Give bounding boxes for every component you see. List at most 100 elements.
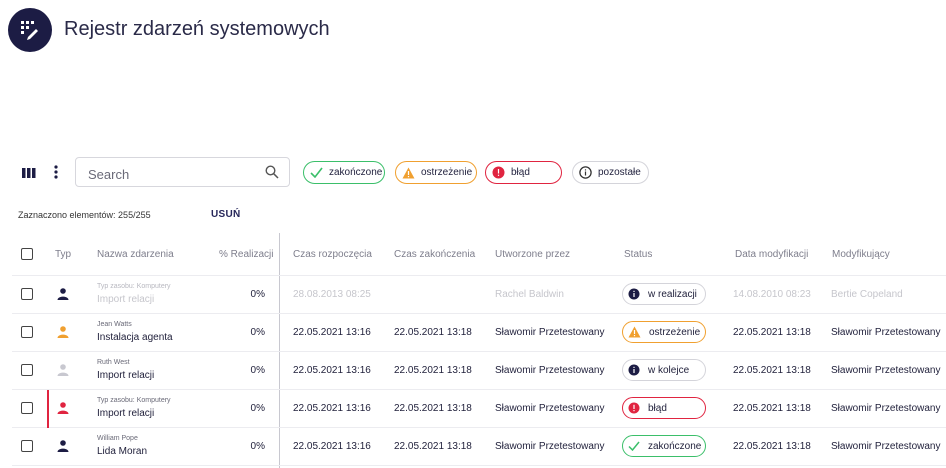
created-by: Sławomir Przetestowany xyxy=(495,365,605,376)
row-divider xyxy=(12,427,946,428)
column-header-type[interactable]: Typ xyxy=(55,249,71,260)
user-icon xyxy=(57,325,69,343)
modifier: Sławomir Przetestowany xyxy=(831,403,941,414)
user-icon xyxy=(57,363,69,381)
search-input[interactable] xyxy=(86,164,260,184)
info-filled-icon xyxy=(628,364,640,376)
start-time: 22.05.2021 13:16 xyxy=(293,403,371,414)
percent-value: 0% xyxy=(250,441,265,452)
event-subtitle: Typ zasobu: Komputery xyxy=(97,397,171,404)
row-divider xyxy=(12,351,946,352)
row-checkbox[interactable] xyxy=(21,364,33,376)
filter-chip-warning[interactable]: ostrzeżenie xyxy=(395,161,477,184)
status-badge: w kolejce xyxy=(622,359,706,381)
filter-chip-label: ostrzeżenie xyxy=(421,167,473,178)
row-divider xyxy=(12,275,946,276)
column-header-end[interactable]: Czas zakończenia xyxy=(394,249,475,260)
event-subtitle: Typ zasobu: Komputery xyxy=(97,283,171,290)
filter-chip-label: pozostałe xyxy=(598,167,641,178)
event-subtitle: William Pope xyxy=(97,435,138,442)
info-filled-icon xyxy=(628,288,640,300)
event-name: Lida Moran xyxy=(97,446,148,457)
filter-chip-label: błąd xyxy=(511,167,530,178)
end-time: 22.05.2021 13:18 xyxy=(394,365,472,376)
column-header-name[interactable]: Nazwa zdarzenia xyxy=(97,249,174,260)
select-all-checkbox[interactable] xyxy=(21,248,33,260)
user-icon xyxy=(57,439,69,457)
end-time: 22.05.2021 13:18 xyxy=(394,441,472,452)
warning-icon xyxy=(402,167,415,178)
modified-date: 22.05.2021 13:18 xyxy=(733,403,811,414)
filter-chip-label: zakończone xyxy=(329,167,383,178)
event-name: Import relacji xyxy=(97,408,155,419)
status-badge: ostrzeżenie xyxy=(622,321,706,343)
row-divider xyxy=(12,389,946,390)
status-label: ostrzeżenie xyxy=(649,326,701,338)
event-subtitle: Jean Watts xyxy=(97,321,132,328)
row-checkbox[interactable] xyxy=(21,402,33,414)
filter-chip-other[interactable]: pozostałe xyxy=(572,161,649,184)
delete-button[interactable]: USUŃ xyxy=(211,209,241,220)
start-time: 28.08.2013 08:25 xyxy=(293,289,371,300)
search-box xyxy=(75,157,290,187)
column-header-modified[interactable]: Data modyfikacji xyxy=(735,249,808,260)
app-logo-icon xyxy=(8,8,52,52)
row-divider xyxy=(12,313,946,314)
event-subtitle: Ruth West xyxy=(97,359,130,366)
info-icon xyxy=(579,166,592,179)
event-name: Import relacji xyxy=(97,294,155,305)
modifier: Bertie Copeland xyxy=(831,289,903,300)
status-badge: zakończone xyxy=(622,435,706,457)
more-options-icon[interactable] xyxy=(54,165,58,184)
status-label: w kolejce xyxy=(648,364,690,376)
modified-date: 22.05.2021 13:18 xyxy=(733,365,811,376)
row-checkbox[interactable] xyxy=(21,440,33,452)
end-time: 22.05.2021 13:18 xyxy=(394,327,472,338)
created-by: Sławomir Przetestowany xyxy=(495,327,605,338)
status-badge: błąd xyxy=(622,397,706,419)
column-header-modifier[interactable]: Modyfikujący xyxy=(832,249,890,260)
modifier: Sławomir Przetestowany xyxy=(831,441,941,452)
modified-date: 22.05.2021 13:18 xyxy=(733,327,811,338)
status-label: w realizacji xyxy=(648,288,697,300)
user-icon xyxy=(57,287,69,305)
created-by: Sławomir Przetestowany xyxy=(495,403,605,414)
row-divider xyxy=(12,465,946,466)
created-by: Rachel Baldwin xyxy=(495,289,564,300)
status-badge: w realizacji xyxy=(622,283,706,305)
filter-chip-error[interactable]: błąd xyxy=(485,161,562,184)
percent-value: 0% xyxy=(250,289,265,300)
event-name: Instalacja agenta xyxy=(97,332,173,343)
warning-icon xyxy=(628,326,641,338)
percent-value: 0% xyxy=(250,403,265,414)
row-error-marker xyxy=(47,390,49,428)
end-time: 22.05.2021 13:18 xyxy=(394,403,472,414)
column-header-start[interactable]: Czas rozpoczęcia xyxy=(293,249,372,260)
columns-icon[interactable] xyxy=(22,166,36,184)
column-header-percent[interactable]: % Realizacji xyxy=(219,249,273,260)
column-header-created-by[interactable]: Utworzone przez xyxy=(495,249,570,260)
percent-value: 0% xyxy=(250,365,265,376)
percent-value: 0% xyxy=(250,327,265,338)
start-time: 22.05.2021 13:16 xyxy=(293,365,371,376)
event-name: Import relacji xyxy=(97,370,155,381)
page-title: Rejestr zdarzeń systemowych xyxy=(64,18,330,40)
status-label: zakończone xyxy=(648,440,702,452)
selection-count: Zaznaczono elementów: 255/255 xyxy=(18,210,151,220)
status-label: błąd xyxy=(648,402,667,414)
row-checkbox[interactable] xyxy=(21,326,33,338)
start-time: 22.05.2021 13:16 xyxy=(293,441,371,452)
modifier: Sławomir Przetestowany xyxy=(831,365,941,376)
modified-date: 22.05.2021 13:18 xyxy=(733,441,811,452)
created-by: Sławomir Przetestowany xyxy=(495,441,605,452)
check-icon xyxy=(310,167,323,178)
column-header-status[interactable]: Status xyxy=(624,249,652,260)
modifier: Sławomir Przetestowany xyxy=(831,327,941,338)
start-time: 22.05.2021 13:16 xyxy=(293,327,371,338)
filter-chip-completed[interactable]: zakończone xyxy=(303,161,385,184)
user-icon xyxy=(57,401,69,419)
row-checkbox[interactable] xyxy=(21,288,33,300)
check-icon xyxy=(628,441,640,451)
error-icon xyxy=(492,166,505,179)
search-icon[interactable] xyxy=(265,165,279,184)
